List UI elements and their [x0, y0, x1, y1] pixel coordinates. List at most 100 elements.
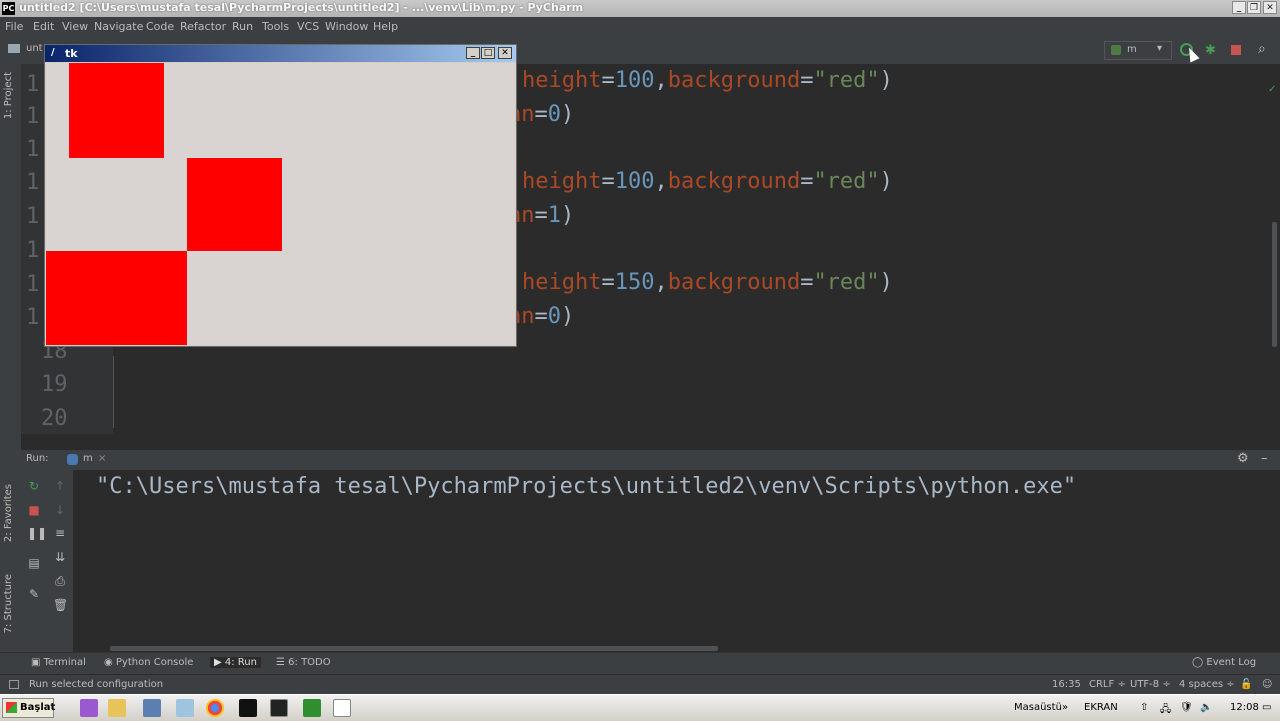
close-tab-icon[interactable]: × — [98, 453, 106, 464]
wrap-icon[interactable]: ≡ — [53, 526, 67, 540]
line-number: 20 — [41, 406, 68, 431]
green-app-icon[interactable] — [303, 699, 321, 717]
menu-file[interactable]: File — [5, 20, 23, 33]
gear-icon[interactable]: ⚙ — [1237, 451, 1249, 466]
menu-vcs[interactable]: VCS — [297, 20, 319, 33]
shield-icon[interactable]: 🛡 — [1180, 702, 1193, 713]
console-scrollbar[interactable] — [110, 646, 718, 651]
feather-app-icon[interactable] — [80, 699, 98, 717]
code-line-4: nn=1) — [508, 203, 575, 228]
line-number: 1 — [26, 204, 40, 229]
window-title: untitled2 [C:\Users\mustafa tesal\Pychar… — [19, 1, 584, 14]
explorer-icon[interactable] — [108, 699, 126, 717]
menu-bar: File Edit View Navigate Code Refactor Ru… — [0, 17, 1280, 36]
feather-icon: / — [51, 47, 55, 58]
panel-toggle-icon[interactable] — [9, 680, 19, 689]
line-number: 1 — [26, 272, 40, 297]
hide-panel-icon[interactable]: – — [1261, 451, 1268, 466]
tk-window[interactable]: / tk _ □ ✕ — [44, 44, 517, 347]
red-frame-1 — [69, 63, 164, 158]
volume-icon[interactable]: 🔈 — [1200, 702, 1212, 713]
chrome-icon[interactable] — [206, 699, 224, 717]
maximize-button[interactable]: ❐ — [1247, 1, 1261, 14]
menu-tools[interactable]: Tools — [262, 20, 289, 33]
line-number: 1 — [26, 170, 40, 195]
line-separator[interactable]: CRLF ÷ — [1089, 679, 1126, 690]
todo-tab[interactable]: ☰ 6: TODO — [276, 657, 331, 668]
indent-setting[interactable]: 4 spaces ÷ — [1179, 679, 1235, 690]
minimize-button[interactable]: _ — [1232, 1, 1246, 14]
file-encoding[interactable]: UTF-8 ÷ — [1130, 679, 1171, 690]
console-output: "C:\Users\mustafa tesal\PycharmProjects\… — [96, 474, 1077, 499]
tk-minimize-button[interactable]: _ — [466, 47, 480, 59]
pycharm-icon: PC — [2, 2, 15, 15]
run-label: Run: — [26, 453, 49, 464]
run-tab[interactable]: ▶ 4: Run — [210, 657, 261, 668]
debug-icon[interactable]: ✱ — [1205, 43, 1216, 58]
up-arrow-icon[interactable]: ↑ — [53, 479, 67, 493]
close-button[interactable]: ✕ — [1263, 1, 1277, 14]
run-tab-m[interactable]: m — [83, 453, 93, 464]
desktop-toolbar[interactable]: Masaüstü — [1014, 702, 1062, 713]
print-icon[interactable]: ⎙ — [53, 574, 67, 588]
breadcrumb-project[interactable]: unt — [26, 43, 43, 54]
pycharm-taskbar-icon[interactable] — [239, 699, 257, 717]
notepad-icon[interactable] — [176, 699, 194, 717]
scroll-end-icon[interactable]: ⇊ — [53, 550, 67, 564]
event-log-tab[interactable]: ◯ Event Log — [1192, 657, 1256, 668]
show-desktop-icon[interactable]: ▭ — [1262, 702, 1271, 713]
run-console[interactable]: "C:\Users\mustafa tesal\PycharmProjects\… — [21, 470, 1280, 652]
network-icon[interactable]: 🖧 — [1160, 702, 1171, 719]
window-app-icon[interactable] — [143, 699, 161, 717]
clock[interactable]: 12:08 — [1230, 702, 1259, 713]
code-line-5: height=150,background="red") — [522, 270, 893, 295]
windows-taskbar: Başlat Masaüstü » EKRAN ⇧ 🖧 🛡 🔈 12:08 ▭ — [0, 694, 1280, 721]
screen-label[interactable]: EKRAN — [1084, 702, 1118, 713]
menu-navigate[interactable]: Navigate — [94, 20, 143, 33]
tk-feather-icon[interactable] — [333, 699, 351, 717]
status-bar: Run selected configuration 16:35 CRLF ÷ … — [0, 674, 1280, 695]
tk-close-button[interactable]: ✕ — [498, 47, 512, 59]
chevron-down-icon: ▾ — [1157, 43, 1163, 54]
arrow-up-icon[interactable]: ⇧ — [1140, 702, 1148, 713]
search-icon[interactable]: ⌕ — [1258, 41, 1266, 57]
down-arrow-icon[interactable]: ↓ — [53, 503, 67, 517]
menu-code[interactable]: Code — [146, 20, 174, 33]
run-config-select[interactable]: m ▾ — [1104, 41, 1172, 60]
trash-icon[interactable]: 🗑 — [53, 598, 68, 612]
folder-icon — [8, 44, 20, 53]
menu-edit[interactable]: Edit — [33, 20, 54, 33]
lock-icon[interactable]: 🔓 — [1240, 679, 1252, 690]
windows-logo-icon — [6, 702, 17, 713]
menu-view[interactable]: View — [62, 20, 88, 33]
tk-maximize-button[interactable]: □ — [481, 47, 495, 59]
layout-icon[interactable]: ▤ — [27, 556, 41, 570]
favorites-tool-tab[interactable]: 2: Favorites — [3, 484, 14, 542]
project-tool-tab[interactable]: 1: Project — [3, 72, 14, 119]
menu-refactor[interactable]: Refactor — [180, 20, 226, 33]
double-chevron-icon[interactable]: » — [1062, 702, 1068, 713]
cursor-position[interactable]: 16:35 — [1052, 679, 1081, 690]
menu-window[interactable]: Window — [325, 20, 368, 33]
stop-icon[interactable]: ■ — [27, 503, 41, 517]
run-config-label: m — [1127, 44, 1137, 55]
mouse-cursor-icon — [1184, 45, 1200, 63]
code-line-1: height=100,background="red") — [522, 68, 893, 93]
code-line-3: height=100,background="red") — [522, 169, 893, 194]
pin-icon[interactable]: ✎ — [27, 587, 41, 601]
c-app-icon[interactable] — [270, 699, 288, 717]
stop-icon[interactable] — [1231, 45, 1241, 55]
tk-title-bar[interactable]: / tk _ □ ✕ — [45, 45, 516, 62]
inspector-icon[interactable]: ☺ — [1262, 679, 1272, 690]
line-number: 1 — [26, 72, 40, 97]
rerun-icon[interactable]: ↻ — [27, 479, 41, 493]
editor-scrollbar[interactable] — [1272, 222, 1277, 347]
menu-help[interactable]: Help — [373, 20, 398, 33]
pause-icon[interactable]: ❚❚ — [27, 526, 47, 540]
python-console-tab[interactable]: ◉ Python Console — [104, 657, 193, 668]
terminal-tab[interactable]: ▣ Terminal — [31, 657, 86, 668]
start-button[interactable]: Başlat — [2, 698, 55, 718]
menu-run[interactable]: Run — [232, 20, 253, 33]
tk-canvas — [46, 63, 515, 345]
structure-tool-tab[interactable]: 7: Structure — [3, 574, 14, 633]
